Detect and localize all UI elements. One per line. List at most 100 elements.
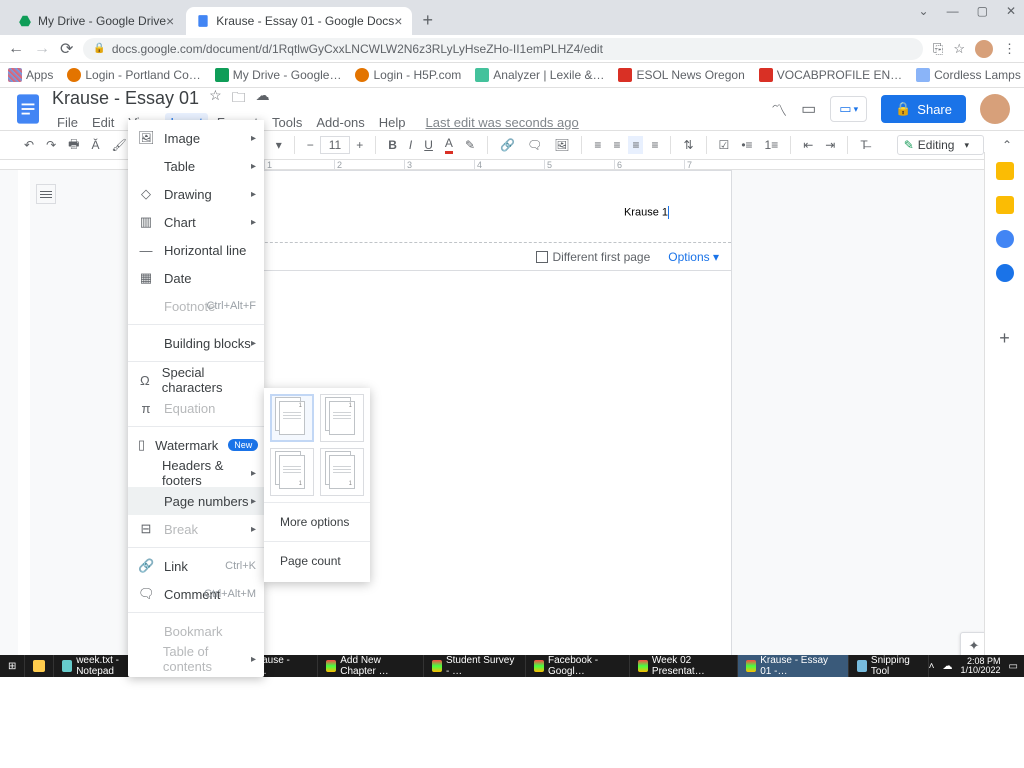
header-options-link[interactable]: Options ▾ <box>668 250 719 264</box>
taskbar-app[interactable]: Add New Chapter … <box>318 655 424 677</box>
menu-addons[interactable]: Add-ons <box>311 113 369 132</box>
forward-icon[interactable]: → <box>34 40 50 58</box>
bulleted-list-icon[interactable]: •≡ <box>737 136 756 154</box>
star-icon[interactable]: ☆ <box>953 41 965 57</box>
insert-table[interactable]: Table▸ <box>128 152 264 180</box>
move-icon[interactable]: 🗀 <box>232 87 246 111</box>
align-right-icon[interactable]: ≡ <box>628 136 643 154</box>
line-spacing-icon[interactable]: ⇅ <box>679 136 697 154</box>
text-color-icon[interactable]: A <box>441 134 457 156</box>
page-header-area[interactable]: Krause 1 <box>235 171 731 243</box>
align-left-icon[interactable]: ≡ <box>590 136 605 154</box>
insert-date[interactable]: ▦Date <box>128 264 264 292</box>
taskbar-app[interactable]: Facebook - Googl… <box>526 655 630 677</box>
insert-hr[interactable]: —Horizontal line <box>128 236 264 264</box>
insert-special-chars[interactable]: ΩSpecial characters <box>128 366 264 394</box>
translate-icon[interactable]: ⎘ <box>933 41 943 57</box>
bookmark-item[interactable]: Login - H5P.com <box>355 68 461 82</box>
pn-option-bottom-right-skip[interactable]: 1 <box>320 448 364 496</box>
spellcheck-icon[interactable]: Ă <box>87 136 103 154</box>
comment-icon[interactable]: 🗨 <box>523 136 546 154</box>
account-avatar[interactable] <box>980 94 1010 124</box>
bold-icon[interactable]: B <box>384 136 401 154</box>
menu-edit[interactable]: Edit <box>87 113 119 132</box>
font-dropdown[interactable]: ▾ <box>272 136 286 154</box>
taskbar-app[interactable]: Student Survey - … <box>424 655 526 677</box>
insert-headers-footers[interactable]: Headers & footers▸ <box>128 459 264 487</box>
star-icon[interactable]: ☆ <box>209 87 222 111</box>
tray-cloud-icon[interactable]: ☁ <box>943 661 953 672</box>
document-title[interactable]: Krause - Essay 01 <box>52 88 199 109</box>
last-edit[interactable]: Last edit was seconds ago <box>421 113 584 132</box>
bookmark-item[interactable]: ESOL News Oregon <box>618 68 744 82</box>
docs-logo[interactable] <box>14 91 42 127</box>
start-button[interactable]: ⊞ <box>0 655 25 677</box>
outline-toggle[interactable] <box>36 184 56 204</box>
taskbar-app[interactable]: Week 02 Presentat… <box>630 655 738 677</box>
minimize-icon[interactable]: — <box>947 4 959 18</box>
reload-icon[interactable]: ⟳ <box>60 39 73 59</box>
different-first-page-checkbox[interactable] <box>536 251 548 263</box>
tray-chevron-icon[interactable]: ˄ <box>929 661 935 672</box>
new-tab-button[interactable]: + <box>422 10 433 31</box>
activity-icon[interactable]: 〽 <box>771 97 787 121</box>
kebab-icon[interactable]: ⋮ <box>1003 41 1016 57</box>
profile-avatar[interactable] <box>975 40 993 58</box>
font-size-increase[interactable]: + <box>352 136 367 154</box>
align-center-icon[interactable]: ≡ <box>609 136 624 154</box>
close-icon[interactable]: × <box>166 13 174 29</box>
underline-icon[interactable]: U <box>420 136 437 154</box>
indent-increase-icon[interactable]: ⇥ <box>821 136 839 154</box>
align-justify-icon[interactable]: ≡ <box>647 136 662 154</box>
bookmark-item[interactable]: Cordless Lamps - Al… <box>916 68 1024 82</box>
taskbar-clock[interactable]: 2:08 PM 1/10/2022 <box>961 657 1001 675</box>
bookmark-item[interactable]: My Drive - Google… <box>215 68 342 82</box>
contacts-icon[interactable] <box>996 264 1014 282</box>
taskbar-app-active[interactable]: Krause - Essay 01 -… <box>738 655 849 677</box>
numbered-list-icon[interactable]: 1≡ <box>761 136 783 154</box>
italic-icon[interactable]: I <box>405 136 416 154</box>
checklist-icon[interactable]: ☑ <box>715 136 734 154</box>
editing-mode[interactable]: ✎ Editing ▾ <box>897 135 984 155</box>
insert-watermark[interactable]: ▯WatermarkNew <box>128 431 264 459</box>
bookmark-item[interactable]: VOCABPROFILE EN… <box>759 68 902 82</box>
highlight-icon[interactable]: ✎ <box>461 136 479 154</box>
insert-page-numbers[interactable]: Page numbers▸ <box>128 487 264 515</box>
comments-icon[interactable]: ▭ <box>801 99 816 119</box>
insert-link[interactable]: 🔗LinkCtrl+K <box>128 552 264 580</box>
insert-chart[interactable]: ▥Chart▸ <box>128 208 264 236</box>
share-button[interactable]: 🔒Share <box>881 95 966 123</box>
clear-format-icon[interactable]: T̶ <box>856 136 871 154</box>
browser-tab-drive[interactable]: My Drive - Google Drive × <box>8 7 184 35</box>
font-size-decrease[interactable]: − <box>303 136 318 154</box>
print-icon[interactable]: 🖶 <box>64 133 83 158</box>
undo-icon[interactable]: ↶ <box>20 136 38 154</box>
pn-option-top-right[interactable]: 1 <box>270 394 314 442</box>
pn-page-count[interactable]: Page count <box>270 546 364 576</box>
menu-help[interactable]: Help <box>374 113 411 132</box>
apps-button[interactable]: Apps <box>8 68 53 82</box>
explorer-icon[interactable] <box>25 655 54 677</box>
omnibox[interactable]: 🔒 docs.google.com/document/d/1RqtlwGyCxx… <box>83 38 923 60</box>
menu-file[interactable]: File <box>52 113 83 132</box>
pn-option-bottom-right[interactable]: 1 <box>270 448 314 496</box>
vertical-ruler[interactable] <box>18 170 30 670</box>
account-chevron-icon[interactable]: ⌄ <box>919 4 929 18</box>
maximize-icon[interactable]: ▢ <box>977 4 988 18</box>
notifications-icon[interactable]: ▭ <box>1009 661 1018 672</box>
back-icon[interactable]: ← <box>8 40 24 58</box>
browser-tab-docs[interactable]: Krause - Essay 01 - Google Docs × <box>186 7 412 35</box>
calendar-icon[interactable] <box>996 162 1014 180</box>
cloud-icon[interactable]: ☁ <box>256 87 270 111</box>
taskbar-app[interactable]: Snipping Tool <box>849 655 928 677</box>
indent-decrease-icon[interactable]: ⇤ <box>799 136 817 154</box>
image-icon[interactable]: 🖼 <box>550 136 573 154</box>
pn-more-options[interactable]: More options <box>270 507 364 537</box>
pn-option-top-right-skip[interactable]: 1 <box>320 394 364 442</box>
redo-icon[interactable]: ↷ <box>42 136 60 154</box>
insert-comment[interactable]: 🗨CommentCtrl+Alt+M <box>128 580 264 608</box>
present-button[interactable]: ▭▾ <box>830 96 867 122</box>
addons-plus-icon[interactable]: + <box>999 328 1010 349</box>
close-icon[interactable]: × <box>394 13 402 29</box>
bookmark-item[interactable]: Analyzer | Lexile &… <box>475 68 604 82</box>
